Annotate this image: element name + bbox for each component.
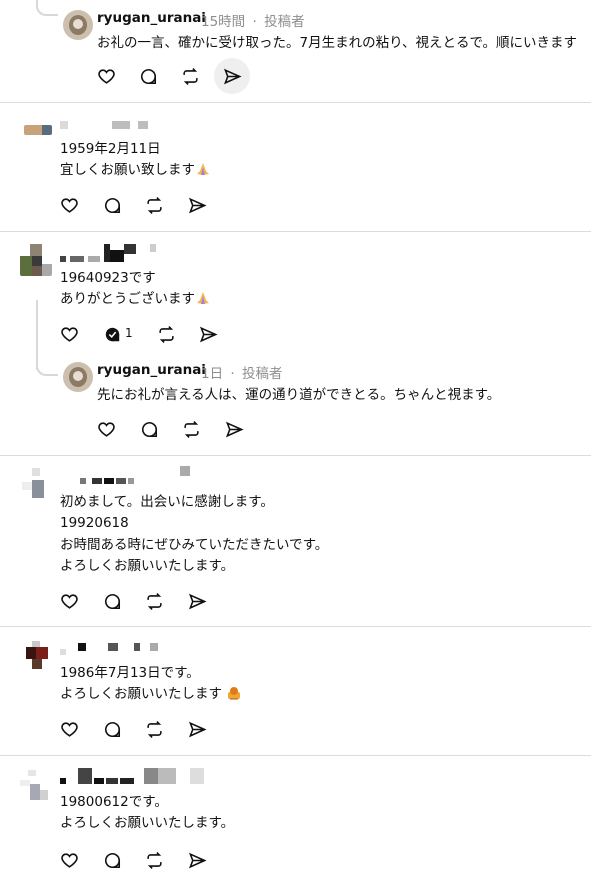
username-redacted[interactable] — [60, 768, 220, 790]
like-button[interactable] — [55, 846, 83, 874]
repost-icon — [158, 325, 174, 343]
repost-button[interactable] — [176, 62, 204, 90]
comment-line-1: 19640923です — [60, 270, 156, 286]
comment-line-1: 1986年7月13日です。 — [60, 665, 200, 681]
comment-post: 1959年2月11日 宜しくお願い致します — [0, 103, 591, 231]
repost-button[interactable] — [140, 715, 168, 743]
author-avatar[interactable] — [63, 362, 93, 392]
repost-button[interactable] — [177, 415, 205, 443]
share-button[interactable] — [183, 846, 211, 874]
repost-button[interactable] — [152, 320, 180, 348]
action-bar: 1 — [55, 320, 225, 348]
repost-icon — [146, 196, 162, 214]
like-button[interactable] — [55, 715, 83, 743]
username-redacted[interactable] — [60, 643, 160, 657]
user-avatar[interactable] — [24, 125, 52, 135]
comment-icon — [104, 197, 120, 213]
repost-icon — [146, 720, 162, 738]
share-button[interactable] — [214, 58, 250, 94]
repost-icon — [146, 592, 162, 610]
author-username[interactable]: ryugan_uranai — [97, 10, 206, 26]
user-avatar[interactable] — [20, 244, 52, 276]
like-button[interactable] — [55, 191, 83, 219]
like-button[interactable] — [92, 415, 120, 443]
username-redacted[interactable] — [60, 244, 160, 266]
reply-button[interactable] — [98, 191, 126, 219]
comment-icon — [141, 421, 157, 437]
heart-icon — [60, 593, 78, 609]
comment-icon — [104, 721, 120, 737]
share-button[interactable] — [183, 587, 211, 615]
comment-line-2: ありがとうございます — [60, 289, 211, 309]
reply-button[interactable] — [134, 62, 162, 90]
author-username[interactable]: ryugan_uranai — [97, 362, 206, 378]
send-icon — [225, 421, 244, 437]
bow-emoji — [226, 686, 242, 700]
share-button[interactable] — [220, 415, 248, 443]
reply-button[interactable] — [98, 846, 126, 874]
repost-button[interactable] — [140, 587, 168, 615]
user-avatar[interactable] — [26, 641, 48, 669]
pray-emoji — [195, 162, 211, 176]
reply-count: 1 — [125, 326, 133, 340]
heart-icon — [97, 68, 115, 84]
comment-line-2: 宜しくお願い致します — [60, 160, 211, 180]
comment-line-1: 初めまして。出会いに感謝します。 — [60, 494, 274, 510]
pray-emoji — [195, 291, 211, 305]
action-bar — [92, 415, 262, 443]
send-icon — [199, 326, 218, 342]
author-avatar[interactable] — [63, 10, 93, 40]
user-avatar[interactable] — [20, 770, 50, 800]
replied-comment-icon — [105, 327, 119, 341]
reply-time: 1日 · 投稿者 — [201, 366, 283, 382]
comment-line-2: よろしくお願いいたします。 — [60, 815, 235, 831]
comment-post: 初めまして。出会いに感謝します。 19920618 お時間ある時にぜひみていただ… — [0, 456, 591, 626]
heart-icon — [60, 197, 78, 213]
share-button[interactable] — [194, 320, 222, 348]
heart-icon — [60, 326, 78, 342]
username-redacted[interactable] — [60, 121, 160, 131]
action-bar — [55, 715, 225, 743]
send-icon — [188, 721, 207, 737]
like-button[interactable] — [55, 587, 83, 615]
send-icon — [223, 68, 242, 84]
comment-line-4: よろしくお願いいたします。 — [60, 558, 235, 574]
send-icon — [188, 197, 207, 213]
comment-icon — [140, 68, 156, 84]
author-reply: ryugan_uranai 15時間 · 投稿者 お礼の一言、確かに受け取った。… — [0, 0, 591, 102]
repost-icon — [182, 67, 198, 85]
repost-button[interactable] — [140, 846, 168, 874]
reply-text: お礼の一言、確かに受け取った。7月生まれの粘り、視えとるで。順にいきます — [97, 35, 578, 51]
heart-icon — [97, 421, 115, 437]
username-redacted[interactable] — [80, 466, 200, 488]
action-bar — [55, 846, 225, 874]
repost-icon — [183, 420, 199, 438]
comment-post: 1986年7月13日です。 よろしくお願いいたします — [0, 627, 591, 755]
action-bar — [55, 587, 225, 615]
reply-button[interactable] — [135, 415, 163, 443]
action-bar — [92, 58, 262, 94]
comment-line-1: 1959年2月11日 — [60, 141, 161, 157]
user-avatar[interactable] — [22, 468, 50, 498]
like-button[interactable] — [55, 320, 83, 348]
heart-icon — [60, 721, 78, 737]
comment-post: 19800612です。 よろしくお願いいたします。 — [0, 756, 591, 869]
send-icon — [188, 593, 207, 609]
share-button[interactable] — [183, 191, 211, 219]
comment-icon — [104, 593, 120, 609]
comment-post: 19640923です ありがとうございます 1 ryugan_uranai 1日… — [0, 232, 591, 454]
like-button[interactable] — [92, 62, 120, 90]
reply-time: 15時間 · 投稿者 — [201, 14, 305, 30]
comment-line-2: 19920618 — [60, 515, 129, 531]
comment-line-2: よろしくお願いいたします — [60, 684, 242, 704]
share-button[interactable] — [183, 715, 211, 743]
comment-line-3: お時間ある時にぜひみていただきたいです。 — [60, 537, 329, 553]
reply-text: 先にお礼が言える人は、運の通り道ができとる。ちゃんと視ます。 — [97, 387, 501, 403]
comment-line-1: 19800612です。 — [60, 794, 168, 810]
reply-button[interactable] — [98, 587, 126, 615]
reply-button[interactable] — [98, 715, 126, 743]
action-bar — [55, 191, 225, 219]
reply-button[interactable] — [98, 320, 126, 348]
repost-button[interactable] — [140, 191, 168, 219]
